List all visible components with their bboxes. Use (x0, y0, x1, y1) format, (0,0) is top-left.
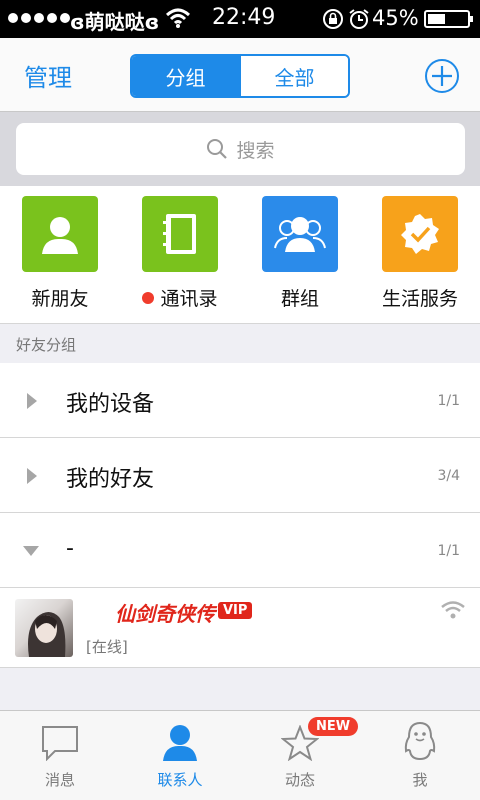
section-header: 好友分组 (0, 325, 480, 363)
life-service-icon (382, 196, 458, 272)
tab-label: 联系人 (157, 771, 203, 789)
search-bar: 搜索 (0, 112, 480, 186)
clock: 22:49 (212, 5, 276, 30)
friend-name: 仙剑奇侠传 (115, 602, 215, 626)
group-count: 3/4 (437, 468, 460, 484)
avatar (15, 599, 73, 657)
wifi-status-icon (441, 601, 465, 619)
segment-groups[interactable]: 分组 (132, 56, 239, 96)
battery-percent: 45% (372, 6, 419, 30)
group-entry[interactable]: 群组 (240, 196, 360, 311)
segment-all[interactable]: 全部 (239, 56, 348, 96)
alarm-icon (349, 9, 369, 29)
add-icon[interactable] (424, 58, 460, 94)
life-service-label: 生活服务 (381, 288, 458, 310)
address-book-icon (142, 196, 218, 272)
group-row-devices[interactable]: 我的设备 1/1 (0, 363, 480, 438)
group-icon (262, 196, 338, 272)
penguin-icon (404, 721, 436, 761)
group-label: 群组 (280, 288, 319, 310)
manage-button[interactable]: 管理 (24, 58, 72, 93)
tab-label: 消息 (44, 771, 75, 789)
wifi-icon (165, 8, 191, 28)
group-count: 1/1 (437, 393, 460, 409)
collapsed-arrow-icon (27, 393, 37, 409)
tab-label: 动态 (284, 771, 315, 789)
contacts-icon (163, 725, 197, 761)
group-name: 我的设备 (66, 392, 155, 417)
search-placeholder: 搜索 (236, 139, 275, 162)
tab-bar: 消息 联系人 动态 我 NEW (0, 710, 480, 800)
segmented-control: 分组 全部 (130, 54, 350, 98)
expanded-arrow-icon (23, 546, 39, 556)
friend-status: [在线] (86, 638, 128, 656)
signal-icon (8, 13, 70, 23)
group-name: 我的好友 (66, 467, 155, 492)
life-service-entry[interactable]: 生活服务 (360, 196, 480, 311)
tab-me[interactable]: 我 (360, 711, 480, 800)
battery-icon (424, 10, 473, 28)
rotation-lock-icon (323, 9, 343, 29)
collapsed-arrow-icon (27, 468, 37, 484)
quick-entries: 新朋友 通讯录 群组 生活服务 (0, 186, 480, 324)
address-book-entry[interactable]: 通讯录 (120, 196, 240, 311)
group-count: 1/1 (437, 543, 460, 559)
search-icon (207, 139, 228, 159)
tab-contacts[interactable]: 联系人 (120, 711, 240, 800)
carrier-name: ɞ萌哒哒ɞ (70, 10, 160, 34)
group-row-friends[interactable]: 我的好友 3/4 (0, 438, 480, 513)
new-badge: NEW (308, 717, 359, 736)
group-row-dash[interactable]: - 1/1 (0, 513, 480, 588)
tab-messages[interactable]: 消息 (0, 711, 120, 800)
group-name: - (66, 536, 74, 561)
search-input[interactable]: 搜索 (16, 123, 465, 175)
tab-label: 我 (412, 771, 428, 789)
nav-bar: 管理 分组 全部 (0, 38, 480, 112)
address-book-label: 通讯录 (160, 288, 218, 310)
vip-badge: VIP (218, 602, 253, 619)
unread-dot (142, 291, 155, 304)
new-friend-icon (22, 196, 98, 272)
message-icon (42, 726, 78, 761)
status-bar: ɞ萌哒哒ɞ 22:49 45% (0, 0, 480, 38)
new-friend-entry[interactable]: 新朋友 (0, 196, 120, 311)
new-friend-label: 新朋友 (31, 288, 89, 310)
friend-row[interactable]: 仙剑奇侠传 VIP [在线] (0, 588, 480, 668)
